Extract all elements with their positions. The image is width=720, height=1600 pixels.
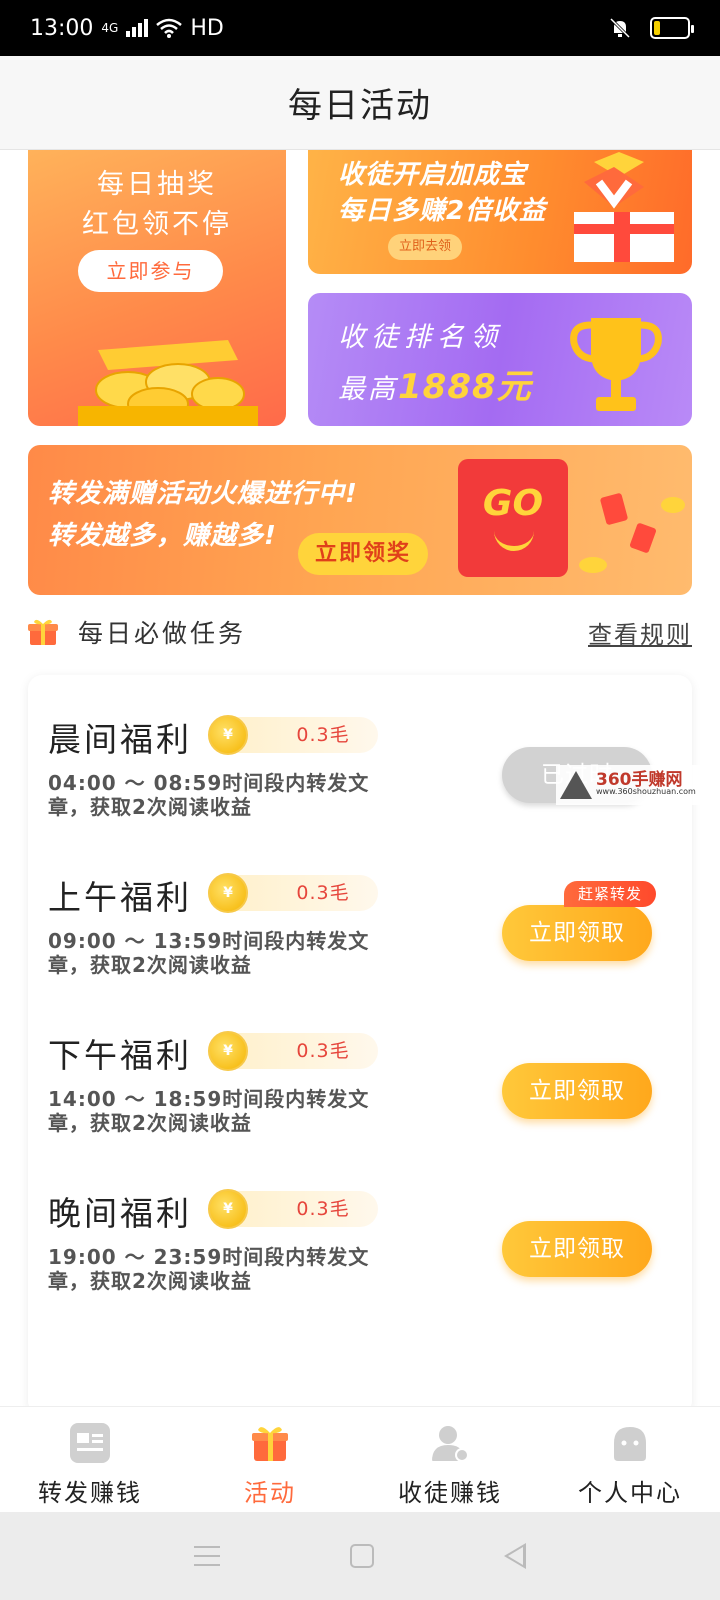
rank-prefix: 最高 [338, 374, 398, 405]
task-description: 09:00 ～ 13:59时间段内转发文章，获取2次阅读收益 [48, 929, 370, 977]
bottom-tab-bar: 转发赚钱 活动 收徒赚钱 个人中心 [0, 1406, 720, 1512]
lottery-line2: 红包领不停 [82, 209, 232, 240]
tab-recruit-earn[interactable]: 收徒赚钱 [360, 1407, 540, 1512]
rank-line1: 收徒排名领 [338, 322, 503, 353]
coin-icon: ¥ [208, 1189, 248, 1229]
claim-button[interactable]: 立即领取 [502, 905, 652, 961]
profile-icon [614, 1427, 646, 1461]
tab-activity[interactable]: 活动 [180, 1407, 360, 1512]
task-description: 14:00 ～ 18:59时间段内转发文章，获取2次阅读收益 [48, 1087, 370, 1135]
signal-icon [126, 19, 149, 37]
reward-badge: ¥ 0.3毛 [208, 873, 378, 913]
mute-bell-icon [609, 17, 631, 39]
lottery-join-button[interactable]: 立即参与 [78, 250, 223, 292]
treasure-chest-icon [78, 340, 258, 426]
claim-button[interactable]: 立即领取 [502, 1063, 652, 1119]
bonus-line1: 收徒开启加成宝 [338, 160, 528, 190]
coins-decoration [579, 493, 685, 573]
rank-line2: 最高1888元 [338, 359, 532, 408]
tab-label: 个人中心 [578, 1479, 682, 1507]
lottery-line1: 每日抽奖 [97, 169, 217, 200]
reward-badge: ¥ 0.3毛 [208, 1031, 378, 1071]
activity-content: 每日抽奖 红包领不停 立即参与 收徒开启加成宝 每日多赚2倍收益 立即去领 收徒… [0, 150, 720, 1406]
user-add-icon [432, 1426, 469, 1462]
gift-icon [28, 619, 58, 645]
task-name: 上午福利 [48, 878, 192, 917]
claim-button[interactable]: 立即领取 [502, 1221, 652, 1277]
bonus-claim-button[interactable]: 立即去领 [388, 234, 462, 260]
daily-tasks-title: 每日必做任务 [78, 619, 247, 648]
hd-label: HD [190, 15, 224, 41]
status-time: 13:00 [30, 15, 94, 41]
share-line2: 转发越多，赚越多! [48, 521, 277, 551]
task-item-forenoon: 上午福利 ¥ 0.3毛 09:00 ～ 13:59时间段内转发文章，获取2次阅读… [28, 863, 692, 1013]
lottery-banner[interactable]: 每日抽奖 红包领不停 立即参与 [28, 150, 286, 426]
watermark-logo-icon [560, 771, 592, 799]
reward-amount: 0.3毛 [296, 1040, 350, 1062]
share-claim-button[interactable]: 立即领奖 [298, 533, 428, 575]
coin-icon: ¥ [208, 715, 248, 755]
daily-tasks-header: 每日必做任务 查看规则 [28, 610, 692, 654]
gift-box-icon [574, 152, 674, 262]
task-name: 晨间福利 [48, 720, 192, 759]
network-label: 4G [101, 21, 119, 35]
reward-badge: ¥ 0.3毛 [208, 1189, 378, 1229]
share-line1: 转发满赠活动火爆进行中! [48, 479, 358, 509]
wifi-icon [156, 18, 183, 38]
watermark: 360手赚网 www.360shouzhuan.com [556, 765, 720, 805]
tab-share-earn[interactable]: 转发赚钱 [0, 1407, 180, 1512]
rank-amount: 1888元 [398, 367, 532, 407]
status-bar: 13:00 4G HD [0, 0, 720, 56]
rank-banner[interactable]: 收徒排名领 最高1888元 [308, 293, 692, 426]
view-rules-link[interactable]: 查看规则 [588, 615, 692, 650]
reward-amount: 0.3毛 [296, 1198, 350, 1220]
article-icon [70, 1423, 110, 1463]
task-item-afternoon: 下午福利 ¥ 0.3毛 14:00 ～ 18:59时间段内转发文章，获取2次阅读… [28, 1021, 692, 1171]
task-name: 晚间福利 [48, 1194, 192, 1233]
menu-icon[interactable] [194, 1546, 220, 1566]
coin-icon: ¥ [208, 873, 248, 913]
tab-profile[interactable]: 个人中心 [540, 1407, 720, 1512]
red-envelope-icon: GO [458, 459, 568, 577]
share-banner[interactable]: 转发满赠活动火爆进行中! 转发越多，赚越多! 立即领奖 GO [28, 445, 692, 595]
home-icon[interactable] [350, 1544, 374, 1568]
bonus-banner[interactable]: 收徒开启加成宝 每日多赚2倍收益 立即去领 [308, 150, 692, 274]
system-nav-bar [0, 1512, 720, 1600]
bonus-line2: 每日多赚2倍收益 [338, 196, 547, 226]
tab-label: 转发赚钱 [38, 1479, 142, 1507]
task-description: 19:00 ～ 23:59时间段内转发文章，获取2次阅读收益 [48, 1245, 370, 1293]
battery-icon [650, 17, 694, 39]
trophy-icon [570, 318, 662, 411]
hurry-share-tag: 赶紧转发 [564, 881, 656, 907]
tab-label: 活动 [244, 1479, 296, 1507]
reward-amount: 0.3毛 [296, 882, 350, 904]
page-title: 每日活动 [0, 56, 720, 150]
reward-badge: ¥ 0.3毛 [208, 715, 378, 755]
reward-amount: 0.3毛 [296, 724, 350, 746]
back-icon[interactable] [504, 1543, 526, 1569]
coin-icon: ¥ [208, 1031, 248, 1071]
task-item-evening: 晚间福利 ¥ 0.3毛 19:00 ～ 23:59时间段内转发文章，获取2次阅读… [28, 1179, 692, 1329]
task-name: 下午福利 [48, 1036, 192, 1075]
task-description: 04:00 ～ 08:59时间段内转发文章，获取2次阅读收益 [48, 771, 370, 819]
gift-icon [252, 1427, 288, 1461]
watermark-url: www.360shouzhuan.com [596, 787, 696, 796]
tab-label: 收徒赚钱 [398, 1479, 502, 1507]
envelope-go-text: GO [482, 483, 544, 524]
